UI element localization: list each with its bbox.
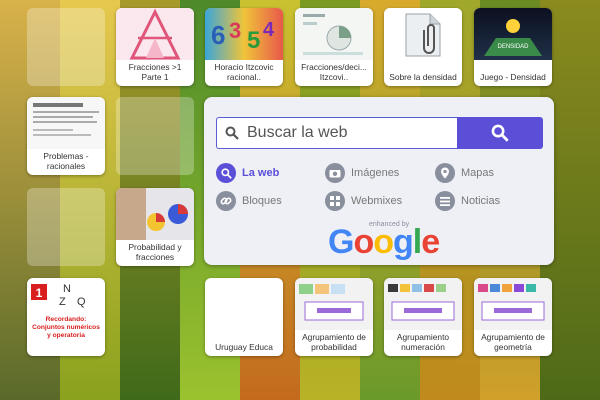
- document-paperclip-thumbnail: [384, 8, 462, 60]
- search-icon: [491, 124, 509, 142]
- game-thumbnail-text: DENSIDAD: [497, 44, 529, 50]
- tile-agrupamiento-probabilidad[interactable]: Agrupamiento de probabilidad: [295, 278, 373, 356]
- svg-text:5: 5: [247, 27, 260, 54]
- tile-label: Juego - Densidad: [480, 72, 546, 82]
- svg-text:6: 6: [211, 20, 225, 50]
- grid-thumbnail: [295, 278, 373, 330]
- game-thumbnail: DENSIDAD: [474, 8, 552, 60]
- grid-thumbnail: [474, 278, 552, 330]
- tile-horacio-itzcovic[interactable]: 6 3 5 4 Horacio Itzcovic racional..: [205, 8, 283, 86]
- search-box: [216, 117, 457, 149]
- tile-label: Sobre la densidad: [389, 72, 457, 82]
- letter-1: 1: [36, 286, 43, 300]
- option-noticias[interactable]: Noticias: [435, 191, 500, 211]
- tile-sobre-la-densidad[interactable]: Sobre la densidad: [384, 8, 462, 86]
- empty-tile: [27, 8, 105, 86]
- tile-probabilidad-fracciones[interactable]: Probabilidad y fracciones: [116, 188, 194, 266]
- svg-text:4: 4: [263, 19, 275, 41]
- triangle-thumbnail: [116, 8, 194, 60]
- option-la-web[interactable]: La web: [216, 163, 279, 183]
- grid-thumbnail: [384, 278, 462, 330]
- option-label: Noticias: [461, 195, 501, 207]
- google-logo: Google: [328, 223, 440, 261]
- option-label: Imágenes: [351, 167, 400, 179]
- letter-z: Z: [59, 296, 66, 308]
- tile-label: Fracciones >1 Parte 1: [128, 62, 182, 82]
- option-imagenes[interactable]: Imágenes: [325, 163, 399, 183]
- tile-recordando-conjuntos[interactable]: 1 N Z Q Recordando: Conjuntos numéricos …: [27, 278, 105, 356]
- search-panel: La web Imágenes Mapas Bloques Webmixes N…: [204, 97, 554, 265]
- tile-uruguay-educa[interactable]: Uruguay Educa: [205, 278, 283, 356]
- numbers-thumbnail: 6 3 5 4: [205, 8, 283, 60]
- tile-label: Agrupamiento de probabilidad: [302, 332, 366, 352]
- document-thumbnail: [27, 97, 105, 149]
- grid-icon: [325, 191, 345, 211]
- search-input[interactable]: [245, 123, 449, 143]
- tile-agrupamiento-numeracion[interactable]: Agrupamiento numeración: [384, 278, 462, 356]
- option-label: Bloques: [242, 195, 282, 207]
- link-icon: [216, 191, 236, 211]
- tile-fracciones-decimales[interactable]: Fracciones/deci... Itzcovi..: [295, 8, 373, 86]
- letter-n: N: [63, 283, 71, 295]
- pie-charts-thumbnail: [116, 188, 194, 240]
- tile-label: Horacio Itzcovic racional..: [214, 62, 274, 82]
- tile-problemas-racionales[interactable]: Problemas - racionales: [27, 97, 105, 175]
- tile-label: Agrupamiento numeración: [396, 332, 450, 352]
- option-bloques[interactable]: Bloques: [216, 191, 282, 211]
- option-label: Webmixes: [351, 195, 403, 207]
- search-icon: [225, 126, 239, 140]
- search-button[interactable]: [457, 117, 543, 149]
- tile-agrupamiento-geometria[interactable]: Agrupamiento de geometría: [474, 278, 552, 356]
- tile-label: Agrupamiento de geometría: [481, 332, 545, 352]
- tile-label: Problemas - racionales: [43, 151, 89, 171]
- map-pin-icon: [435, 163, 455, 183]
- tile-label: Probabilidad y fracciones: [128, 242, 182, 262]
- tile-label: Fracciones/deci... Itzcovi..: [301, 62, 367, 82]
- option-mapas[interactable]: Mapas: [435, 163, 494, 183]
- tile-label: Uruguay Educa: [215, 342, 273, 352]
- option-label: La web: [242, 167, 280, 179]
- search-icon: [216, 163, 236, 183]
- letter-q: Q: [77, 296, 86, 308]
- fraction-thumbnail: [295, 8, 373, 60]
- option-webmixes[interactable]: Webmixes: [325, 191, 402, 211]
- recordando-text: Recordando: Conjuntos numéricos y operat…: [32, 316, 100, 339]
- tile-juego-densidad[interactable]: DENSIDAD Juego - Densidad: [474, 8, 552, 86]
- tile-fracciones-parte-1[interactable]: Fracciones >1 Parte 1: [116, 8, 194, 86]
- svg-text:3: 3: [229, 18, 241, 43]
- empty-tile: [27, 188, 105, 266]
- list-icon: [435, 191, 455, 211]
- option-label: Mapas: [461, 167, 495, 179]
- camera-icon: [325, 163, 345, 183]
- empty-tile: [116, 97, 194, 175]
